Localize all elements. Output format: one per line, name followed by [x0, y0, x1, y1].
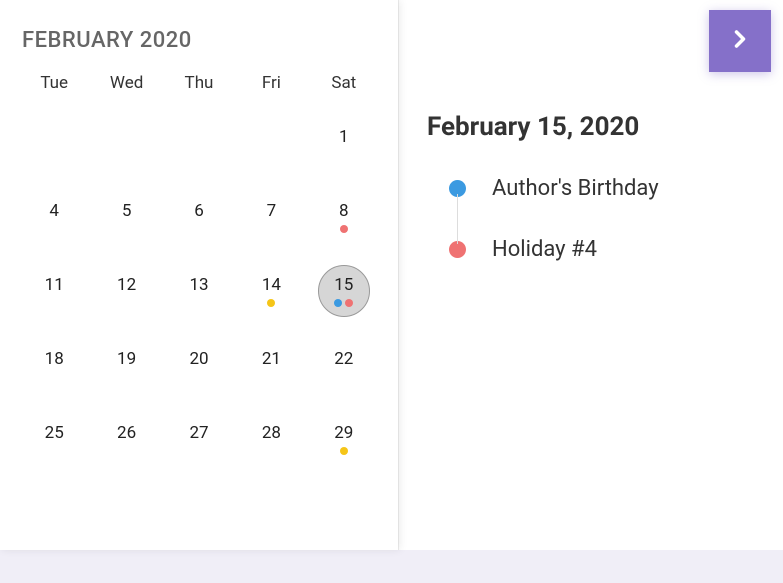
event-dot-pink — [345, 299, 353, 307]
day-number: 11 — [45, 275, 64, 295]
event-item[interactable]: Holiday #4 — [449, 237, 755, 262]
detail-date: February 15, 2020 — [427, 112, 755, 142]
day-4[interactable]: 4 — [18, 185, 90, 259]
day-number: 14 — [262, 275, 281, 295]
day-20[interactable]: 20 — [163, 333, 235, 407]
day-number: 21 — [262, 349, 281, 369]
event-dot-yellow — [267, 299, 275, 307]
next-month-button[interactable] — [709, 10, 771, 72]
day-27[interactable]: 27 — [163, 407, 235, 481]
day-number: 28 — [262, 423, 281, 443]
calendar-panel: FEBRUARY 2020 TueWedThuFriSat 1456781112… — [0, 0, 398, 550]
day-number: 12 — [117, 275, 136, 295]
event-title: Author's Birthday — [492, 176, 659, 201]
event-connector-line — [457, 194, 458, 244]
day-26[interactable]: 26 — [90, 407, 162, 481]
day-15[interactable]: 15 — [308, 259, 380, 333]
day-5[interactable]: 5 — [90, 185, 162, 259]
day-number: 6 — [194, 201, 204, 221]
day-12[interactable]: 12 — [90, 259, 162, 333]
day-number: 7 — [267, 201, 277, 221]
event-item[interactable]: Author's Birthday — [449, 176, 755, 201]
event-list: Author's Birthday Holiday #4 — [427, 176, 755, 262]
event-title: Holiday #4 — [492, 237, 597, 262]
event-dots — [340, 225, 348, 233]
day-7[interactable]: 7 — [235, 185, 307, 259]
weekday-label: Fri — [235, 73, 307, 93]
event-dots — [267, 299, 275, 307]
day-number: 1 — [339, 127, 349, 147]
weekday-label: Wed — [90, 73, 162, 93]
day-25[interactable]: 25 — [18, 407, 90, 481]
day-number: 13 — [189, 275, 208, 295]
event-dot-yellow — [340, 447, 348, 455]
day-number: 18 — [45, 349, 64, 369]
day-number: 5 — [122, 201, 132, 221]
event-dots — [340, 447, 348, 455]
weekday-label: Tue — [18, 73, 90, 93]
weekday-label: Sat — [308, 73, 380, 93]
day-1[interactable]: 1 — [308, 111, 380, 185]
day-number: 4 — [49, 201, 59, 221]
day-number: 27 — [189, 423, 208, 443]
day-empty — [90, 111, 162, 185]
day-empty — [18, 111, 90, 185]
day-number: 19 — [117, 349, 136, 369]
day-11[interactable]: 11 — [18, 259, 90, 333]
day-number: 29 — [334, 423, 353, 443]
day-13[interactable]: 13 — [163, 259, 235, 333]
chevron-right-icon — [726, 25, 754, 57]
month-title: FEBRUARY 2020 — [18, 28, 380, 53]
day-14[interactable]: 14 — [235, 259, 307, 333]
event-dots — [334, 299, 353, 307]
day-number: 15 — [334, 275, 353, 295]
day-empty — [163, 111, 235, 185]
day-empty — [235, 111, 307, 185]
day-number: 20 — [189, 349, 208, 369]
weekday-label: Thu — [163, 73, 235, 93]
day-19[interactable]: 19 — [90, 333, 162, 407]
weekday-header: TueWedThuFriSat — [18, 73, 380, 93]
day-number: 22 — [334, 349, 353, 369]
event-dot-blue — [334, 299, 342, 307]
day-21[interactable]: 21 — [235, 333, 307, 407]
event-dot-pink — [340, 225, 348, 233]
day-22[interactable]: 22 — [308, 333, 380, 407]
day-number: 25 — [45, 423, 64, 443]
day-number: 8 — [339, 201, 349, 221]
day-28[interactable]: 28 — [235, 407, 307, 481]
day-8[interactable]: 8 — [308, 185, 380, 259]
detail-panel: February 15, 2020 Author's Birthday Holid… — [398, 0, 783, 550]
calendar-grid: 145678111213141518192021222526272829 — [18, 111, 380, 481]
day-number: 26 — [117, 423, 136, 443]
day-18[interactable]: 18 — [18, 333, 90, 407]
day-29[interactable]: 29 — [308, 407, 380, 481]
day-6[interactable]: 6 — [163, 185, 235, 259]
